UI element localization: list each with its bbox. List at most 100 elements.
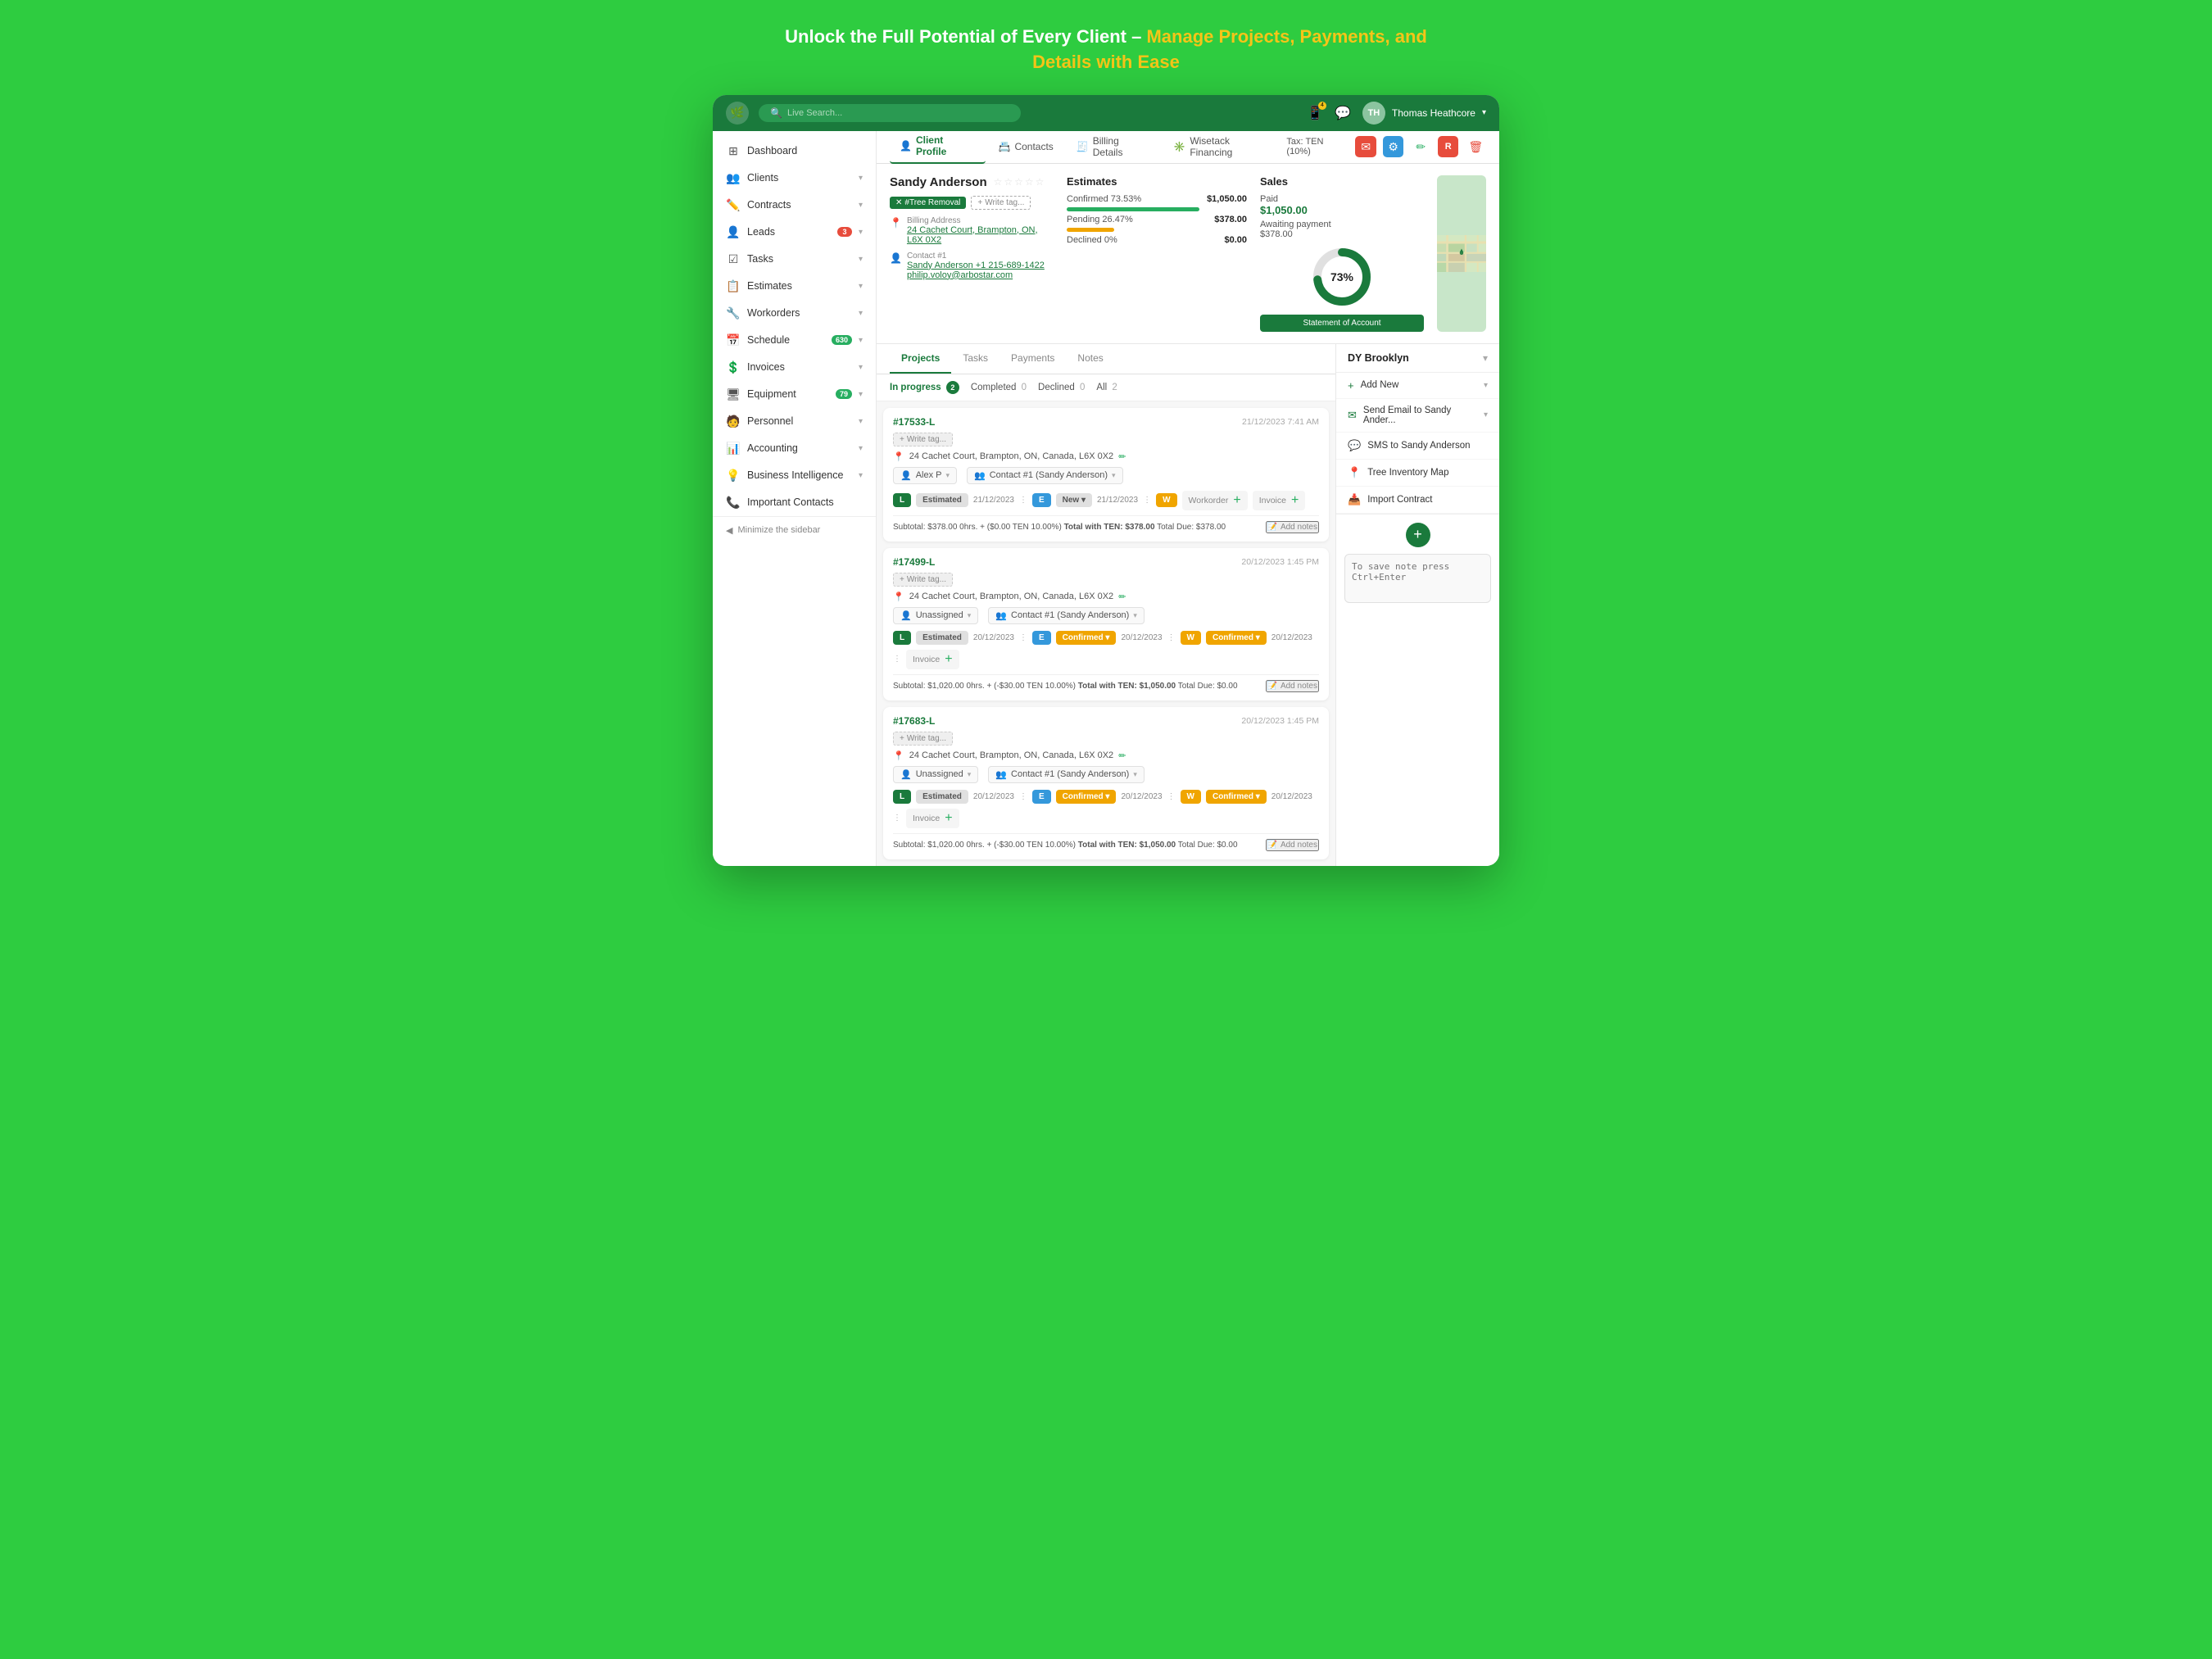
add-notes-button[interactable]: 📝 Add notes <box>1266 839 1320 851</box>
assignee-field[interactable]: 👤 Alex P ▾ <box>893 467 957 484</box>
leads-icon: 👤 <box>726 225 741 239</box>
chat-icon[interactable]: 💬 <box>1335 105 1351 121</box>
contact-name-link[interactable]: Sandy Anderson +1 215-689-1422 <box>907 261 1045 270</box>
contact-field[interactable]: 👥 Contact #1 (Sandy Anderson) ▾ <box>967 467 1123 484</box>
status-more-icon[interactable]: ⋮ <box>1019 633 1027 642</box>
billing-address-link[interactable]: 24 Cachet Court, Brampton, ON, L6X 0X2 <box>907 225 1038 245</box>
sidebar-item-schedule[interactable]: 📅 Schedule 630 ▾ <box>713 327 876 354</box>
status-confirmed[interactable]: Confirmed ▾ <box>1056 790 1117 804</box>
sms-button[interactable]: 💬 SMS to Sandy Anderson <box>1336 433 1499 460</box>
sidebar-item-estimates[interactable]: 📋 Estimates ▾ <box>713 273 876 300</box>
write-tag-button[interactable]: + Write tag... <box>893 732 953 746</box>
pending-label: Pending 26.47% <box>1067 215 1209 224</box>
project-card: #17533-L 21/12/2023 7:41 AM + Write tag.… <box>883 408 1329 542</box>
proj-tab-payments[interactable]: Payments <box>999 344 1066 374</box>
tab-wisetack[interactable]: ✳️ Wisetack Financing <box>1163 131 1283 164</box>
status-more-icon[interactable]: ⋮ <box>893 655 901 664</box>
workorder-add-icon[interactable]: + <box>1233 493 1240 508</box>
edit-location-icon[interactable]: ✏ <box>1118 592 1126 602</box>
sidebar-item-leads[interactable]: 👤 Leads 3 ▾ <box>713 219 876 246</box>
contact-email-link[interactable]: philip.voloy@arbostar.com <box>907 270 1013 280</box>
sidebar-item-dashboard[interactable]: ⊞ Dashboard <box>713 138 876 165</box>
tab-billing[interactable]: 🧾 Billing Details <box>1067 131 1161 164</box>
status-w-confirmed[interactable]: Confirmed ▾ <box>1206 631 1267 645</box>
filter-in-progress[interactable]: In progress 2 <box>890 381 959 394</box>
tree-inventory-map-button[interactable]: 📍 Tree Inventory Map <box>1336 460 1499 487</box>
red-button[interactable]: R <box>1438 136 1459 157</box>
status-confirmed[interactable]: Confirmed ▾ <box>1056 631 1117 645</box>
project-id: #17683-L <box>893 715 935 727</box>
edit-button[interactable]: ✏ <box>1410 136 1431 157</box>
status-more-icon[interactable]: ⋮ <box>1167 633 1176 642</box>
write-tag-button[interactable]: + Write tag... <box>893 433 953 446</box>
note-input[interactable] <box>1344 554 1491 603</box>
add-note-fab[interactable]: + <box>1406 523 1430 547</box>
tab-contacts[interactable]: 📇 Contacts <box>989 136 1063 157</box>
project-card: #17499-L 20/12/2023 1:45 PM + Write tag.… <box>883 548 1329 700</box>
invoice-add-icon[interactable]: + <box>1291 493 1299 508</box>
send-email-button[interactable]: ✉ Send Email to Sandy Ander... ▾ <box>1336 399 1499 433</box>
write-tag-button[interactable]: + Write tag... <box>971 196 1031 210</box>
add-notes-button[interactable]: 📝 Add notes <box>1266 521 1320 533</box>
wisetack-icon: ✳️ <box>1173 141 1185 152</box>
minimize-sidebar-button[interactable]: ◀ Minimize the sidebar <box>713 516 876 544</box>
email-icon: ✉ <box>1348 409 1357 422</box>
sidebar-item-invoices[interactable]: 💲 Invoices ▾ <box>713 354 876 381</box>
client-tag: ✕ #Tree Removal <box>890 197 966 209</box>
contact-field[interactable]: 👥 Contact #1 (Sandy Anderson) ▾ <box>988 766 1145 783</box>
status-more-icon[interactable]: ⋮ <box>1167 792 1176 801</box>
assignee-field[interactable]: 👤 Unassigned ▾ <box>893 766 978 783</box>
filter-completed[interactable]: Completed 0 <box>971 383 1027 392</box>
proj-tab-projects[interactable]: Projects <box>890 344 951 374</box>
invoice-add-icon[interactable]: + <box>945 652 952 667</box>
contact-field[interactable]: 👥 Contact #1 (Sandy Anderson) ▾ <box>988 607 1145 624</box>
status-w-confirmed[interactable]: Confirmed ▾ <box>1206 790 1267 804</box>
email-button[interactable]: ✉ <box>1355 136 1376 157</box>
notifications-icon[interactable]: 📱 4 <box>1307 105 1323 121</box>
map-svg <box>1437 175 1486 332</box>
statement-of-account-button[interactable]: Statement of Account <box>1260 315 1424 332</box>
sidebar-item-clients[interactable]: 👥 Clients ▾ <box>713 165 876 192</box>
project-location-text: 24 Cachet Court, Brampton, ON, Canada, L… <box>909 592 1113 601</box>
add-notes-button[interactable]: 📝 Add notes <box>1266 680 1320 692</box>
top-bar-actions: 📱 4 💬 TH Thomas Heathcore ▾ <box>1307 102 1486 125</box>
status-more-icon[interactable]: ⋮ <box>1019 792 1027 801</box>
status-more-icon[interactable]: ⋮ <box>893 814 901 823</box>
add-new-button[interactable]: + Add New ▾ <box>1336 373 1499 399</box>
status-estimated: Estimated <box>916 790 968 804</box>
donut-label: 73% <box>1330 270 1353 283</box>
plus-icon: + <box>1348 379 1354 392</box>
sidebar-item-bi[interactable]: 💡 Business Intelligence ▾ <box>713 462 876 489</box>
settings-button[interactable]: ⚙ <box>1383 136 1404 157</box>
sidebar-item-contacts[interactable]: 📞 Important Contacts <box>713 489 876 516</box>
branch-chevron-icon[interactable]: ▾ <box>1483 352 1488 364</box>
app-logo[interactable]: 🌿 <box>726 102 749 125</box>
sidebar-item-equipment[interactable]: 🖥 Equipment 79 ▾ <box>713 381 876 408</box>
import-contract-button[interactable]: 📥 Import Contract <box>1336 487 1499 514</box>
tag-x-icon[interactable]: ✕ <box>895 198 902 207</box>
sidebar-item-workorders[interactable]: 🔧 Workorders ▾ <box>713 300 876 327</box>
assignee-field[interactable]: 👤 Unassigned ▾ <box>893 607 978 624</box>
client-name: Sandy Anderson <box>890 175 987 189</box>
sidebar-item-contracts[interactable]: ✏️ Contracts ▾ <box>713 192 876 219</box>
sidebar-item-tasks[interactable]: ☑ Tasks ▾ <box>713 246 876 273</box>
proj-tab-notes[interactable]: Notes <box>1066 344 1114 374</box>
status-more-icon[interactable]: ⋮ <box>1019 496 1027 505</box>
estimates-title: Estimates <box>1067 175 1247 188</box>
tab-client-profile[interactable]: 👤 Client Profile <box>890 131 986 165</box>
status-more-icon[interactable]: ⋮ <box>1143 496 1151 505</box>
invoice-add-icon[interactable]: + <box>945 811 952 826</box>
sidebar-item-accounting[interactable]: 📊 Accounting ▾ <box>713 435 876 462</box>
edit-location-icon[interactable]: ✏ <box>1118 451 1126 462</box>
projects-tabs: Projects Tasks Payments Notes <box>877 344 1335 374</box>
proj-tab-tasks[interactable]: Tasks <box>951 344 999 374</box>
sidebar-item-personnel[interactable]: 🧑 Personnel ▾ <box>713 408 876 435</box>
clients-icon: 👥 <box>726 171 741 185</box>
filter-all[interactable]: All 2 <box>1096 383 1117 392</box>
filter-declined[interactable]: Declined 0 <box>1038 383 1085 392</box>
search-bar[interactable]: 🔍 Live Search... <box>759 104 1021 122</box>
delete-button[interactable]: 🗑 <box>1465 136 1486 157</box>
user-chevron-icon[interactable]: ▾ <box>1482 108 1486 117</box>
write-tag-button[interactable]: + Write tag... <box>893 573 953 587</box>
edit-location-icon[interactable]: ✏ <box>1118 750 1126 761</box>
